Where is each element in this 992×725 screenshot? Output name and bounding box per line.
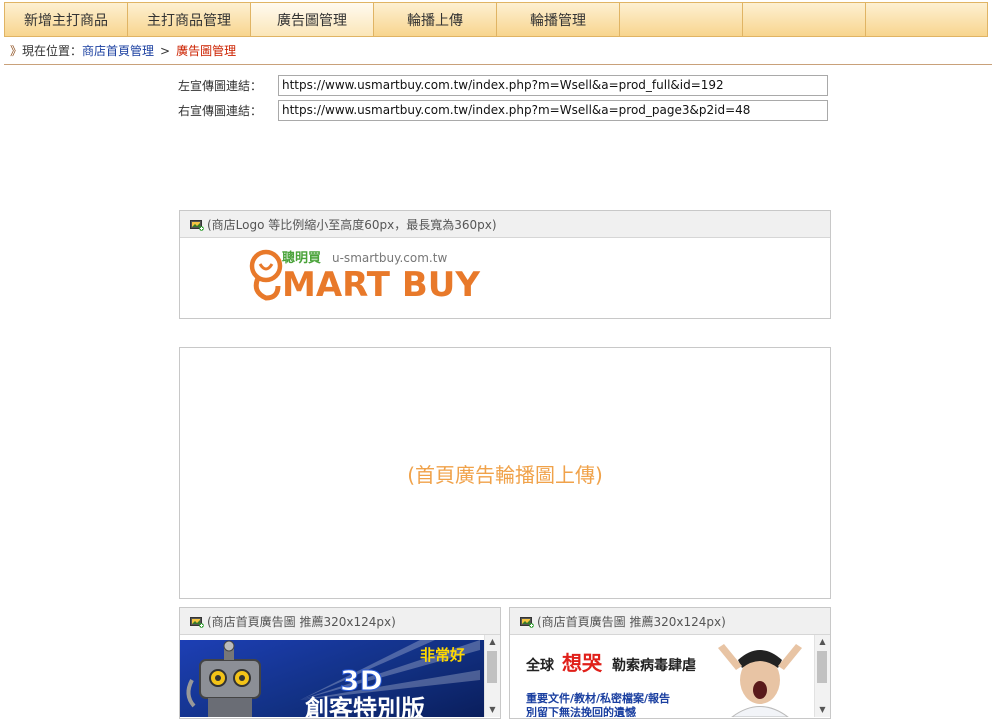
ad-panel-left-body: 非常好 3D 創客特別版 ▲ ▼: [180, 635, 500, 717]
left-link-label: 左宣傳圖連結：: [178, 78, 263, 93]
ad-panel-right-scrollbar[interactable]: ▲ ▼: [814, 635, 830, 717]
breadcrumb: 》現在位置：商店首頁管理 > 廣告圖管理: [4, 40, 992, 65]
logo-panel: (商店Logo 等比例縮小至高度60px，最長寬為360px) 聰明買 u-sm…: [179, 210, 831, 319]
image-add-icon[interactable]: [190, 219, 204, 231]
tab-ad-image-management[interactable]: 廣告圖管理: [250, 2, 373, 37]
breadcrumb-arrows: 》: [10, 44, 23, 58]
logo-image[interactable]: 聰明買 u-smartbuy.com.tw MART BUY: [180, 238, 830, 318]
logo-panel-caption: (商店Logo 等比例縮小至高度60px，最長寬為360px): [207, 217, 497, 232]
ad-panel-right-caption: (商店首頁廣告圖 推薦320x124px): [537, 614, 726, 629]
image-add-icon[interactable]: [190, 616, 204, 628]
image-add-icon[interactable]: [520, 616, 534, 628]
tab-carousel-management[interactable]: 輪播管理: [496, 2, 619, 37]
tab-empty-1: [619, 2, 742, 37]
carousel-upload-text[interactable]: (首頁廣告輪播圖上傳): [180, 348, 830, 598]
ad-banner-3d-maker[interactable]: 非常好 3D 創客特別版: [180, 640, 485, 717]
logo-cn-text: 聰明買: [282, 250, 321, 266]
logo-main-text: MART BUY: [282, 265, 480, 305]
scroll-thumb[interactable]: [817, 651, 827, 683]
ad2-sub-line2: 別留下無法挽回的遺憾: [525, 705, 636, 717]
breadcrumb-current: 廣告圖管理: [176, 44, 237, 58]
right-link-input[interactable]: [278, 99, 828, 121]
ad-panel-right: (商店首頁廣告圖 推薦320x124px) 全球 想哭 勒索病毒肆虐 重要文件/…: [509, 607, 831, 719]
scroll-down-icon[interactable]: ▼: [485, 703, 500, 717]
right-link-row: 右宣傳圖連結：: [178, 99, 828, 121]
ad-banner-ransomware[interactable]: 全球 想哭 勒索病毒肆虐 重要文件/教材/私密檔案/報告 別留下無法挽回的遺憾: [510, 640, 815, 717]
ad-panel-left-header: (商店首頁廣告圖 推薦320x124px): [180, 608, 500, 635]
tab-add-featured-product[interactable]: 新增主打商品: [4, 2, 127, 37]
logo-domain-text: u-smartbuy.com.tw: [332, 251, 447, 265]
ad2-headline-c: 勒索病毒肆虐: [612, 657, 696, 674]
right-link-label: 右宣傳圖連結：: [178, 103, 263, 118]
ad-panel-left: (商店首頁廣告圖 推薦320x124px) 非常好 3D 創客特別版 ▲ ▼: [179, 607, 501, 719]
tab-featured-product-management[interactable]: 主打商品管理: [127, 2, 250, 37]
tab-empty-3: [865, 2, 988, 37]
ad2-sub-line: 重要文件/教材/私密檔案/報告: [526, 691, 670, 705]
left-link-row: 左宣傳圖連結：: [178, 74, 828, 96]
breadcrumb-prefix: 現在位置：: [22, 44, 83, 58]
ad-panel-right-body: 全球 想哭 勒索病毒肆虐 重要文件/教材/私密檔案/報告 別留下無法挽回的遺憾 …: [510, 635, 830, 717]
logo-panel-header: (商店Logo 等比例縮小至高度60px，最長寬為360px): [180, 211, 830, 238]
tab-bar: 新增主打商品 主打商品管理 廣告圖管理 輪播上傳 輪播管理: [4, 2, 989, 37]
ad-banner-tag: 非常好: [420, 646, 465, 664]
ad2-headline-b: 想哭: [562, 651, 603, 675]
ad-banner-main: 3D: [340, 664, 383, 697]
ad-panel-left-caption: (商店首頁廣告圖 推薦320x124px): [207, 614, 396, 629]
breadcrumb-home-link[interactable]: 商店首頁管理: [82, 44, 154, 58]
breadcrumb-separator: >: [160, 44, 171, 58]
scroll-up-icon[interactable]: ▲: [485, 635, 500, 649]
carousel-upload-panel[interactable]: (首頁廣告輪播圖上傳): [179, 347, 831, 599]
scroll-up-icon[interactable]: ▲: [815, 635, 830, 649]
left-link-input[interactable]: [278, 74, 828, 96]
ad2-headline-a: 全球: [525, 657, 555, 674]
smartbuy-logo: 聰明買 u-smartbuy.com.tw MART BUY: [249, 249, 480, 305]
scroll-down-icon[interactable]: ▼: [815, 703, 830, 717]
ad-panel-right-header: (商店首頁廣告圖 推薦320x124px): [510, 608, 830, 635]
tab-carousel-upload[interactable]: 輪播上傳: [373, 2, 496, 37]
tab-empty-2: [742, 2, 865, 37]
ad-panel-left-scrollbar[interactable]: ▲ ▼: [484, 635, 500, 717]
ad-banner-sub: 創客特別版: [305, 695, 425, 717]
scroll-thumb[interactable]: [487, 651, 497, 683]
